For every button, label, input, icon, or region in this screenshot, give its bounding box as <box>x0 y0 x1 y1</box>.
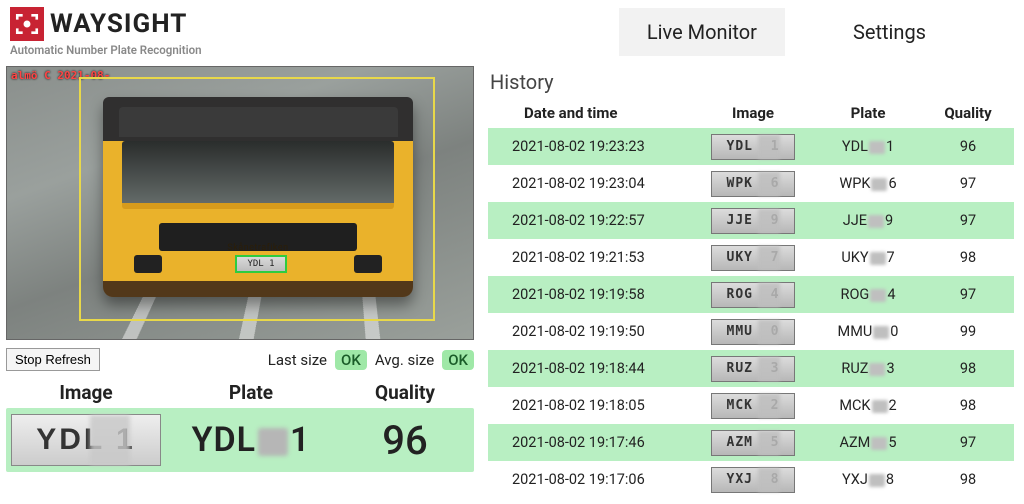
brand: WAYSIGHT Automatic Number Plate Recognit… <box>10 7 202 57</box>
last-size-badge: OK <box>335 350 367 370</box>
current-quality: 96 <box>336 417 474 464</box>
row-plate-thumb: MMU 0 <box>711 319 795 345</box>
brand-subtitle: Automatic Number Plate Recognition <box>10 43 202 57</box>
avg-size-label: Avg. size <box>375 351 434 369</box>
table-row[interactable]: 2021-08-02 19:19:58 ROG 4 ROG497 <box>488 276 1014 313</box>
row-datetime: 2021-08-02 19:17:06 <box>488 471 698 488</box>
row-quality: 96 <box>928 138 1008 155</box>
camera-view: almö C 2021-08- Skånetrafiken YDL 1 <box>6 66 474 340</box>
controls-row: Stop Refresh Last size OK Avg. size OK <box>6 348 474 371</box>
brand-name: WAYSIGHT <box>50 9 187 39</box>
row-datetime: 2021-08-02 19:23:23 <box>488 138 698 155</box>
current-head-plate: Plate <box>166 381 336 404</box>
row-plate-thumb: JJE 9 <box>711 208 795 234</box>
header: WAYSIGHT Automatic Number Plate Recognit… <box>0 0 1024 60</box>
avg-size-badge: OK <box>442 350 474 370</box>
history-table: Date and time Image Plate Quality 2021-0… <box>488 100 1014 498</box>
row-plate-text: JJE9 <box>808 212 928 229</box>
row-plate-text: AZM5 <box>808 434 928 451</box>
row-quality: 97 <box>928 175 1008 192</box>
tabs: Live Monitor Settings <box>619 8 1014 56</box>
history-head-datetime: Date and time <box>488 104 698 122</box>
row-plate-text: UKY7 <box>808 249 928 266</box>
table-row[interactable]: 2021-08-02 19:21:53 UKY 7 UKY798 <box>488 239 1014 276</box>
row-plate-text: MCK2 <box>808 397 928 414</box>
logo-icon <box>10 7 44 41</box>
tab-settings[interactable]: Settings <box>825 8 954 56</box>
table-row[interactable]: 2021-08-02 19:19:50 MMU 0 MMU099 <box>488 313 1014 350</box>
row-plate-thumb: AZM 5 <box>711 430 795 456</box>
row-quality: 98 <box>928 397 1008 414</box>
row-plate-thumb: ROG 4 <box>711 282 795 308</box>
history-head-quality: Quality <box>928 104 1008 122</box>
row-plate-thumb: WPK 6 <box>711 171 795 197</box>
row-quality: 98 <box>928 249 1008 266</box>
row-datetime: 2021-08-02 19:22:57 <box>488 212 698 229</box>
row-quality: 98 <box>928 471 1008 488</box>
row-plate-text: YXJ8 <box>808 471 928 488</box>
row-quality: 98 <box>928 360 1008 377</box>
table-row[interactable]: 2021-08-02 19:18:05 MCK 2 MCK298 <box>488 387 1014 424</box>
row-datetime: 2021-08-02 19:18:44 <box>488 360 698 377</box>
current-plate-image: YDL 1 <box>11 414 161 466</box>
row-plate-text: WPK6 <box>808 175 928 192</box>
row-quality: 99 <box>928 323 1008 340</box>
row-datetime: 2021-08-02 19:18:05 <box>488 397 698 414</box>
row-datetime: 2021-08-02 19:21:53 <box>488 249 698 266</box>
history-head-plate: Plate <box>808 104 928 122</box>
row-plate-thumb: YXJ 8 <box>711 467 795 493</box>
current-head-quality: Quality <box>336 381 474 404</box>
table-row[interactable]: 2021-08-02 19:23:23 YDL 1 YDL196 <box>488 128 1014 165</box>
history-title: History <box>490 70 1014 94</box>
row-plate-thumb: RUZ 3 <box>711 356 795 382</box>
table-row[interactable]: 2021-08-02 19:17:46 AZM 5 AZM597 <box>488 424 1014 461</box>
row-datetime: 2021-08-02 19:19:58 <box>488 286 698 303</box>
row-datetime: 2021-08-02 19:23:04 <box>488 175 698 192</box>
row-plate-text: RUZ3 <box>808 360 928 377</box>
tab-live-monitor[interactable]: Live Monitor <box>619 8 785 56</box>
row-plate-text: YDL1 <box>808 138 928 155</box>
row-plate-text: ROG4 <box>808 286 928 303</box>
row-plate-thumb: YDL 1 <box>711 134 795 160</box>
bus-label: Skånetrafiken <box>103 243 413 253</box>
row-quality: 97 <box>928 286 1008 303</box>
plate-bbox: YDL 1 <box>235 255 287 273</box>
row-plate-thumb: UKY 7 <box>711 245 795 271</box>
table-row[interactable]: 2021-08-02 19:22:57 JJE 9 JJE997 <box>488 202 1014 239</box>
table-row[interactable]: 2021-08-02 19:18:44 RUZ 3 RUZ398 <box>488 350 1014 387</box>
row-plate-text: MMU0 <box>808 323 928 340</box>
row-datetime: 2021-08-02 19:19:50 <box>488 323 698 340</box>
current-head-image: Image <box>6 381 166 404</box>
table-row[interactable]: 2021-08-02 19:17:06 YXJ 8 YXJ898 <box>488 461 1014 498</box>
current-detection: Image Plate Quality YDL 1 YDL1 96 <box>6 381 474 472</box>
row-datetime: 2021-08-02 19:17:46 <box>488 434 698 451</box>
last-size-label: Last size <box>268 351 327 369</box>
stop-refresh-button[interactable]: Stop Refresh <box>6 348 100 371</box>
history-head-image: Image <box>698 104 808 122</box>
row-plate-thumb: MCK 2 <box>711 393 795 419</box>
table-row[interactable]: 2021-08-02 19:23:04 WPK 6 WPK697 <box>488 165 1014 202</box>
row-quality: 97 <box>928 434 1008 451</box>
current-plate-text: YDL1 <box>166 420 336 460</box>
row-quality: 97 <box>928 212 1008 229</box>
